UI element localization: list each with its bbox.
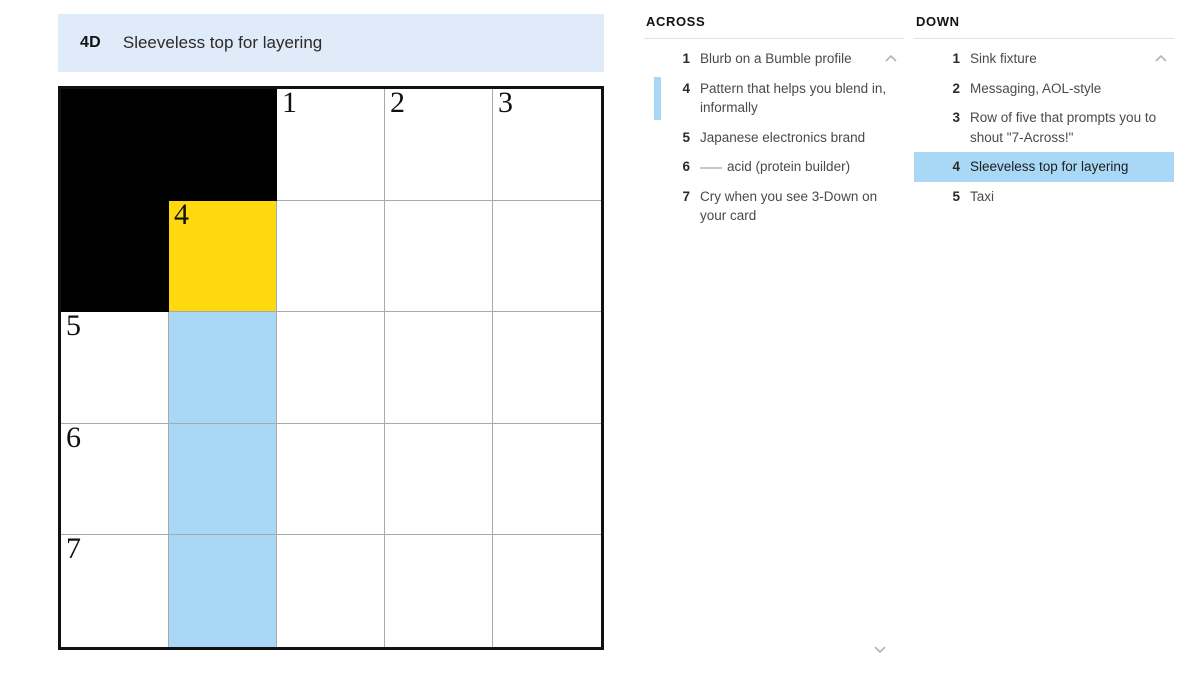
- clue-item-text: Sink fixture: [970, 51, 1037, 66]
- grid-cell[interactable]: [277, 200, 385, 313]
- grid-cell[interactable]: [169, 535, 277, 647]
- chevron-up-icon[interactable]: [882, 50, 900, 68]
- clue-item[interactable]: 1 Blurb on a Bumble profile: [644, 44, 904, 74]
- clues-pane: ACROSS 1 Blurb on a Bumble profile 4 Patter…: [630, 0, 1200, 675]
- grid-cell-block: [61, 200, 169, 313]
- clue-item-number: 6: [682, 159, 690, 175]
- clue-item-text: Japanese electronics brand: [700, 129, 866, 145]
- cell-number: 7: [66, 532, 81, 566]
- clue-item[interactable]: 2 Messaging, AOL-style: [914, 74, 1174, 104]
- clue-item[interactable]: 6 acid (protein builder): [644, 152, 904, 182]
- clue-item-number: 1: [952, 51, 960, 66]
- puzzle-pane: 4D Sleeveless top for layering 1 2 3 4 5 6 7: [0, 0, 630, 675]
- clue-item-number: 2: [952, 80, 960, 96]
- clue-item-number: 7: [682, 188, 690, 204]
- grid-cell[interactable]: 4: [169, 197, 277, 313]
- grid-cell[interactable]: [385, 200, 493, 313]
- grid-cell-block: [61, 89, 169, 201]
- clue-item-text: Blurb on a Bumble profile: [700, 51, 852, 66]
- cell-number: 5: [66, 309, 81, 343]
- clue-item[interactable]: 5 Japanese electronics brand: [644, 123, 904, 153]
- grid-cell[interactable]: [277, 423, 385, 536]
- cell-number: 1: [282, 86, 297, 119]
- grid-cell[interactable]: [385, 535, 493, 647]
- clue-item-number: 5: [952, 188, 960, 204]
- grid-cell[interactable]: [493, 312, 601, 424]
- clue-item-text: Cry when you see 3-Down on your card: [700, 188, 878, 224]
- cell-number: 6: [66, 420, 81, 454]
- down-clue-column: DOWN 1 Sink fixture 2 Messaging, AOL-style 3…: [914, 14, 1174, 659]
- grid-cell[interactable]: 2: [385, 86, 493, 201]
- across-clue-list[interactable]: 1 Blurb on a Bumble profile 4 Pattern that …: [644, 44, 904, 231]
- clue-item[interactable]: 5 Taxi: [914, 182, 1174, 212]
- clue-item[interactable]: 1 Sink fixture: [914, 44, 1174, 74]
- grid-cell[interactable]: [169, 423, 277, 536]
- grid-cell[interactable]: [493, 200, 601, 313]
- cell-number: 4: [174, 197, 189, 231]
- clue-item-text: Sleeveless top for layering: [970, 159, 1129, 175]
- clue-item-number: 1: [682, 51, 690, 66]
- clue-item-number: 4: [952, 159, 960, 175]
- clue-item-text: acid (protein builder): [700, 157, 898, 177]
- clue-item-text: Taxi: [970, 188, 995, 204]
- down-clue-list[interactable]: 1 Sink fixture 2 Messaging, AOL-style 3 Row o…: [914, 44, 1174, 211]
- clue-item-text: Row of five that prompts you to shout "7…: [970, 110, 1157, 145]
- across-clue-column: ACROSS 1 Blurb on a Bumble profile 4 Patter…: [644, 14, 904, 659]
- crossword-grid[interactable]: 1 2 3 4 5 6 7: [61, 86, 601, 647]
- grid-cell[interactable]: 1: [277, 86, 385, 201]
- clue-item[interactable]: 4 Sleeveless top for layering: [914, 152, 1174, 182]
- cell-number: 3: [498, 86, 513, 119]
- clue-item-number: 3: [952, 110, 960, 126]
- clue-item[interactable]: 3 Row of five that prompts you to shout "…: [914, 103, 1174, 152]
- grid-cell[interactable]: [385, 312, 493, 424]
- grid-cell[interactable]: [169, 312, 277, 424]
- current-clue-bar[interactable]: 4D Sleeveless top for layering: [58, 14, 604, 72]
- grid-cell[interactable]: 6: [61, 420, 169, 536]
- across-heading: ACROSS: [644, 14, 904, 39]
- grid-cell[interactable]: [493, 423, 601, 536]
- grid-cell[interactable]: 7: [61, 532, 169, 647]
- current-clue-text: Sleeveless top for layering: [122, 33, 323, 52]
- clue-item[interactable]: 4 Pattern that helps you blend in, inform…: [644, 74, 904, 123]
- current-clue-number: 4D: [80, 34, 101, 51]
- down-heading: DOWN: [914, 14, 1174, 39]
- clue-item-text: Pattern that helps you blend in, informa…: [700, 80, 887, 116]
- cell-number: 2: [390, 86, 405, 119]
- clue-item[interactable]: 7 Cry when you see 3-Down on your card: [644, 182, 904, 231]
- grid-cell[interactable]: 3: [493, 86, 601, 201]
- clue-blank-underscore: [700, 167, 722, 170]
- crossword-grid-container: 1 2 3 4 5 6 7: [58, 86, 604, 650]
- grid-cell[interactable]: [493, 535, 601, 647]
- clue-item-number: 5: [682, 129, 690, 145]
- grid-cell[interactable]: [277, 535, 385, 647]
- grid-cell[interactable]: 5: [61, 309, 169, 424]
- chevron-up-icon[interactable]: [1152, 50, 1170, 68]
- clue-item-text: Messaging, AOL-style: [970, 80, 1102, 96]
- grid-cell[interactable]: [277, 312, 385, 424]
- crossword-app: 4D Sleeveless top for layering 1 2 3 4 5 6 7 A…: [0, 0, 1200, 675]
- grid-cell[interactable]: [385, 423, 493, 536]
- clue-item-number: 4: [682, 80, 690, 96]
- grid-cell-block: [169, 89, 277, 201]
- chevron-down-icon[interactable]: [871, 640, 889, 658]
